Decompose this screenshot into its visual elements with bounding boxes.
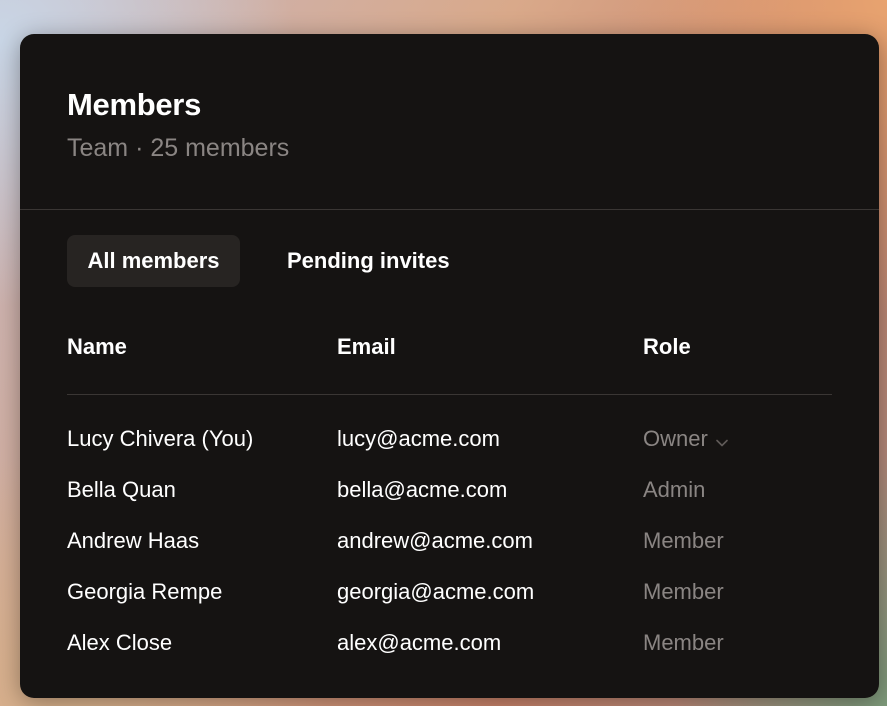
member-name: Alex Close — [67, 630, 173, 655]
tab-all-members[interactable]: All members — [67, 235, 240, 287]
member-role: Admin — [643, 477, 706, 502]
member-role: Member — [643, 528, 724, 553]
member-role: Member — [643, 630, 724, 655]
table-row: Andrew Haas andrew@acme.com Member — [20, 528, 879, 579]
member-role: Member — [643, 579, 724, 604]
table-row: Bella Quan bella@acme.com Admin — [20, 477, 879, 528]
members-panel: Members Team · 25 members All members Pe… — [20, 34, 879, 698]
page-title: Members — [67, 87, 202, 122]
member-name: Bella Quan — [67, 477, 176, 502]
member-email: bella@acme.com — [337, 477, 508, 502]
tab-pending-invites[interactable]: Pending invites — [287, 235, 450, 287]
table-divider — [67, 394, 832, 395]
column-header-email: Email — [337, 334, 396, 359]
chevron-down-icon — [715, 427, 728, 453]
page-subtitle: Team · 25 members — [67, 134, 290, 162]
member-email: andrew@acme.com — [337, 528, 533, 553]
panel-header: Members Team · 25 members — [20, 34, 879, 210]
table-row: Alex Close alex@acme.com Member — [20, 630, 879, 681]
member-name: Andrew Haas — [67, 528, 200, 553]
column-header-role: Role — [643, 334, 691, 359]
table-row: Lucy Chivera (You) lucy@acme.com Owner — [20, 426, 879, 477]
table-row: Georgia Rempe georgia@acme.com Member — [20, 579, 879, 630]
member-name: Georgia Rempe — [67, 579, 223, 604]
member-email: alex@acme.com — [337, 630, 502, 655]
member-email: lucy@acme.com — [337, 426, 500, 451]
role-dropdown[interactable]: Owner — [643, 426, 728, 453]
member-email: georgia@acme.com — [337, 579, 535, 604]
role-label: Owner — [643, 426, 708, 451]
member-name: Lucy Chivera (You) — [67, 426, 254, 451]
column-header-name: Name — [67, 334, 127, 359]
